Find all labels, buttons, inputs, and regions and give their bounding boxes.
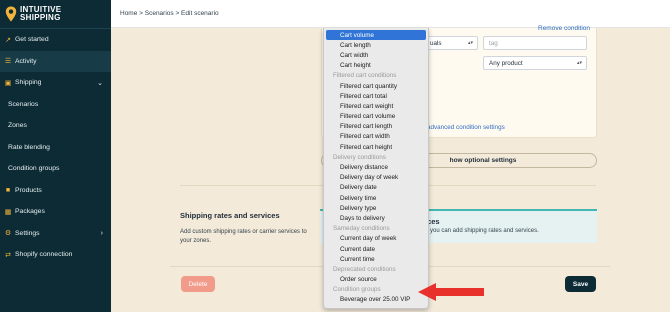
sidebar-item-label: Rate blending (8, 143, 50, 151)
sidebar-item-products[interactable]: ■ Products (0, 180, 111, 202)
sidebar-item-rate-blending[interactable]: Rate blending (0, 137, 111, 159)
sidebar-item-activity[interactable]: ☰ Activity (0, 50, 111, 72)
chevron-right-icon: › (100, 229, 103, 237)
dropdown-group-header: Sameday conditions (333, 225, 390, 233)
sidebar-item-label: Zones (8, 122, 27, 130)
brand-name: INTUITIVE SHIPPING (20, 5, 62, 22)
sidebar-item-label: Scenarios (8, 100, 39, 108)
dropdown-option[interactable]: Current day of week (324, 234, 428, 244)
dropdown-option[interactable]: Filtered cart length (324, 122, 428, 132)
remove-condition-link[interactable]: Remove condition (538, 25, 590, 32)
product-select-value: Any product (489, 59, 523, 67)
dropdown-option[interactable]: Filtered cart total (324, 91, 428, 101)
optional-button-label: how optional settings (449, 157, 517, 164)
red-arrow-annotation (418, 283, 484, 301)
sidebar: INTUITIVE SHIPPING ↗ Get started ☰ Activ… (0, 0, 111, 312)
condition-type-dropdown[interactable]: Cart volume Cart length Cart width Cart hei… (323, 28, 429, 309)
logo[interactable]: INTUITIVE SHIPPING (0, 0, 111, 28)
sidebar-item-label: Get started (15, 36, 49, 44)
location-pin-icon (5, 6, 17, 22)
sidebar-item-shipping[interactable]: ▣ Shipping ⌄ (0, 72, 111, 94)
sidebar-item-label: Shipping (15, 79, 42, 87)
sidebar-item-label: Shopify connection (15, 251, 73, 259)
dropdown-group-header: Delivery conditions (333, 153, 386, 161)
link-icon: ⇄ (5, 251, 11, 259)
dropdown-option[interactable]: Filtered cart width (324, 132, 428, 142)
dropdown-option[interactable]: Filtered cart height (324, 142, 428, 152)
dropdown-option[interactable]: Cart volume (326, 30, 426, 41)
advanced-condition-settings-link[interactable]: advanced condition settings (427, 124, 505, 131)
rates-section-title: Shipping rates and services (180, 211, 280, 220)
sidebar-item-label: Settings (15, 229, 40, 237)
tag-input-placeholder: tag (489, 39, 498, 47)
sidebar-item-condition-groups[interactable]: Condition groups (0, 158, 111, 180)
chevron-down-icon: ⌄ (97, 79, 103, 87)
select-arrows-icon: ▴▾ (576, 60, 582, 66)
package-icon: ▦ (4, 208, 12, 216)
box-icon: ■ (5, 186, 11, 194)
rates-section-description: Add custom shipping rates or carrier ser… (180, 229, 307, 244)
dropdown-option[interactable]: Delivery type (324, 203, 428, 213)
gear-icon: ⚙ (4, 230, 12, 238)
truck-icon: ▣ (4, 79, 12, 87)
save-button[interactable]: Save (565, 276, 596, 292)
dropdown-option[interactable]: Current time (324, 254, 428, 264)
dropdown-group-header: Condition groups (333, 286, 381, 294)
dropdown-option[interactable]: Filtered cart quantity (324, 81, 428, 91)
sidebar-item-label: Activity (15, 57, 37, 65)
dropdown-option[interactable]: Order source (324, 275, 428, 285)
delete-button[interactable]: Delete (181, 276, 215, 292)
dropdown-group-header: Deprecated conditions (333, 265, 396, 273)
product-select[interactable]: Any product ▴▾ (483, 56, 587, 70)
tag-input[interactable]: tag (483, 36, 587, 50)
sidebar-item-zones[interactable]: Zones (0, 115, 111, 137)
dropdown-option[interactable]: Current date (324, 244, 428, 254)
dropdown-option[interactable]: Delivery day of week (324, 173, 428, 183)
rocket-icon: ↗ (5, 36, 11, 44)
dropdown-option[interactable]: Filtered cart weight (324, 101, 428, 111)
top-bar: Home > Scenarios > Edit scenario (111, 0, 670, 28)
sidebar-item-label: Packages (15, 208, 45, 216)
operator-select[interactable]: uals ▴▾ (424, 36, 478, 50)
dropdown-option[interactable]: Days to delivery (324, 213, 428, 223)
dropdown-option[interactable]: Delivery date (324, 183, 428, 193)
rates-banner-description: e you can add shipping rates and service… (425, 228, 539, 234)
dropdown-option[interactable]: Filtered cart volume (324, 112, 428, 122)
dropdown-option[interactable]: Cart length (324, 40, 428, 50)
dropdown-option[interactable]: Delivery distance (324, 162, 428, 172)
breadcrumb[interactable]: Home > Scenarios > Edit scenario (120, 10, 219, 17)
sidebar-item-scenarios[interactable]: Scenarios (0, 94, 111, 116)
activity-icon: ☰ (4, 58, 12, 66)
sidebar-item-label: Condition groups (8, 165, 60, 173)
sidebar-item-get-started[interactable]: ↗ Get started (0, 29, 111, 51)
dropdown-option[interactable]: Cart width (324, 50, 428, 60)
sidebar-item-packages[interactable]: ▦ Packages (0, 201, 111, 223)
operator-select-value: uals (430, 39, 442, 47)
select-arrows-icon: ▴▾ (467, 40, 473, 46)
sidebar-item-settings[interactable]: ⚙ Settings › (0, 223, 111, 245)
sidebar-item-shopify-connection[interactable]: ⇄ Shopify connection (0, 244, 111, 266)
dropdown-option[interactable]: Beverage over 25.00 VIP (324, 295, 428, 305)
dropdown-option[interactable]: Delivery time (324, 193, 428, 203)
dropdown-group-header: Filtered cart conditions (333, 72, 397, 80)
dropdown-option[interactable]: Cart height (324, 61, 428, 71)
sidebar-item-label: Products (15, 186, 42, 194)
